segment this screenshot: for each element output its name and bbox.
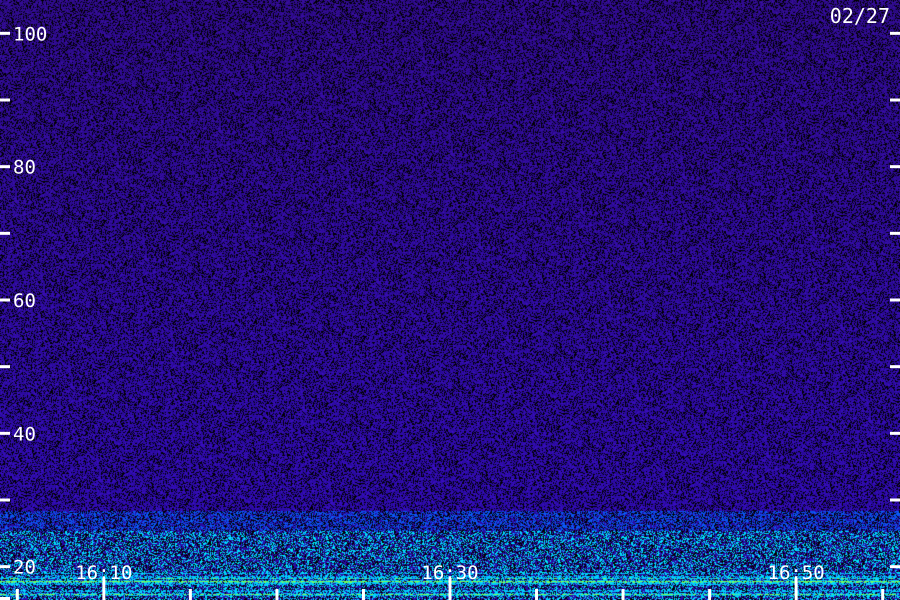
y-tick-right	[890, 498, 900, 502]
y-tick-right	[890, 565, 900, 569]
y-tick-right	[890, 365, 900, 369]
y-tick-left	[0, 498, 10, 502]
y-tick-label: 100	[13, 23, 47, 45]
x-tick-label: 16:50	[768, 562, 825, 584]
y-tick-right	[890, 165, 900, 169]
x-tick-minor	[621, 589, 625, 600]
x-tick-minor	[361, 589, 365, 600]
y-tick-left	[0, 31, 10, 35]
x-tick-minor	[535, 589, 539, 600]
x-tick-minor	[708, 589, 712, 600]
y-tick-left	[0, 98, 10, 102]
y-tick-label: 60	[13, 290, 36, 312]
axis-overlay: 20 40 60 80 100 16:10 16:30 16:50	[0, 23, 900, 600]
y-tick-left	[0, 431, 10, 435]
y-tick-label: 80	[13, 157, 36, 179]
y-tick-right	[890, 98, 900, 102]
x-tick-minor	[188, 589, 192, 600]
x-tick-minor	[881, 589, 885, 600]
y-tick-left	[0, 365, 10, 369]
y-tick-left	[0, 565, 10, 569]
date-label: 02/27	[829, 4, 890, 28]
x-tick-label: 16:30	[421, 562, 478, 584]
x-tick-minor	[15, 589, 19, 600]
y-tick-right	[890, 298, 900, 302]
x-tick-label: 16:10	[75, 562, 132, 584]
y-tick-left	[0, 165, 10, 169]
y-tick-left	[0, 298, 10, 302]
y-tick-right	[890, 31, 900, 35]
y-tick-right	[890, 431, 900, 435]
y-tick-label: 40	[13, 423, 36, 445]
x-tick-minor	[275, 589, 279, 600]
y-tick-label: 20	[13, 557, 36, 579]
y-tick-right	[890, 231, 900, 235]
y-tick-left	[0, 231, 10, 235]
